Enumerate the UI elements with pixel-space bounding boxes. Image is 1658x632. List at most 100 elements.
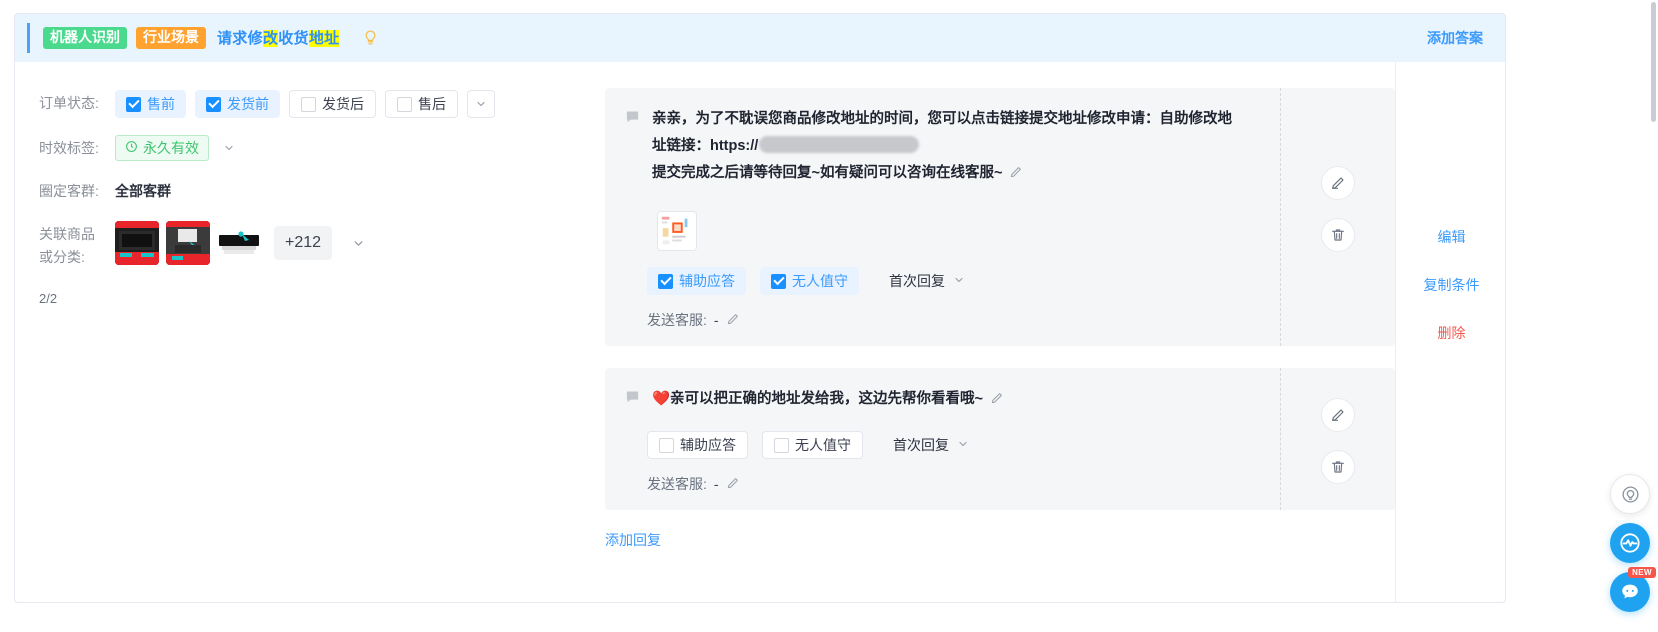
floating-widgets: NEW xyxy=(1610,474,1656,612)
answer-control-option[interactable]: 无人值守 xyxy=(760,267,859,295)
tag-industry-scene: 行业场景 xyxy=(136,26,206,50)
redacted-url-mask xyxy=(759,136,920,153)
title-highlight-span: 地址 xyxy=(308,30,340,48)
page-title: 请求修改收货地址 xyxy=(217,27,340,48)
order-status-option[interactable]: 售后 xyxy=(385,90,458,118)
chat-button[interactable]: NEW xyxy=(1610,567,1656,612)
reply-timing-label: 首次回复 xyxy=(889,273,945,289)
answer-control-label: 辅助应答 xyxy=(680,437,736,453)
product-thumbnail[interactable] xyxy=(115,221,159,265)
order-status-option[interactable]: 发货后 xyxy=(289,90,376,118)
answer-controls: 辅助应答 无人值守 首次回复 xyxy=(647,431,1373,459)
answer-control-label: 辅助应答 xyxy=(679,273,735,289)
answer-card: 亲亲，为了不耽误您商品修改地址的时间，您可以点击链接提交地址修改申请：自助修改地… xyxy=(605,88,1395,346)
row-action-item[interactable]: 编辑 xyxy=(1438,227,1466,247)
checkbox-icon xyxy=(301,96,316,112)
message-bubble-icon xyxy=(625,109,640,189)
order-status-chevron-down-icon[interactable] xyxy=(467,90,495,118)
filter-audience: 圈定客群: 全部客群 xyxy=(39,178,605,204)
answer-controls: 辅助应答 无人值守 首次回复 xyxy=(647,267,1373,295)
filter-products: 关联商品 或分类: +212 xyxy=(39,221,605,269)
message-bubble-icon xyxy=(625,389,640,415)
image-attachment-icon[interactable] xyxy=(657,211,697,251)
checkbox-icon xyxy=(774,437,789,453)
send-agent-pencil-icon[interactable] xyxy=(726,476,740,493)
title-span: 请求修 xyxy=(217,30,263,48)
reply-timing-label: 首次回复 xyxy=(893,437,949,453)
answer-control-option[interactable]: 辅助应答 xyxy=(647,431,748,459)
row-action-item[interactable]: 复制条件 xyxy=(1424,275,1480,295)
app-root: 机器人识别 行业场景 请求修改收货地址 添加答案 订单状态: 售前 发货前 发货后 售… xyxy=(0,0,1658,632)
add-answer-button[interactable]: 添加答案 xyxy=(1427,28,1483,48)
answer-control-option[interactable]: 辅助应答 xyxy=(647,267,746,295)
rule-body: 订单状态: 售前 发货前 发货后 售后 时效标签: 永久有效 圈定客群: 全部客… xyxy=(15,62,1505,602)
title-span: 收货 xyxy=(278,30,309,48)
validity-tag-label: 永久有效 xyxy=(143,140,199,156)
product-thumbnail[interactable] xyxy=(217,221,261,265)
send-agent-row: 发送客服: - xyxy=(647,310,1373,330)
clock-icon xyxy=(125,140,138,156)
answer-edit-button[interactable] xyxy=(1321,398,1355,432)
order-status-option-label: 发货后 xyxy=(322,96,364,112)
answer-text-line: 提交完成之后请等待回复~如有疑问可以咨询在线客服~ xyxy=(652,160,1232,189)
answer-control-label: 无人值守 xyxy=(792,273,848,289)
filters-panel: 订单状态: 售前 发货前 发货后 售后 时效标签: 永久有效 圈定客群: 全部客… xyxy=(15,62,605,602)
order-status-option[interactable]: 售前 xyxy=(115,90,186,118)
product-thumbnail[interactable] xyxy=(166,221,210,265)
assistant-button[interactable] xyxy=(1610,523,1650,563)
answer-text: 亲亲，为了不耽误您商品修改地址的时间，您可以点击链接提交地址修改申请：自助修改地… xyxy=(652,106,1232,189)
header-accent-bar xyxy=(27,23,30,53)
tag-robot-recognition: 机器人识别 xyxy=(43,26,127,50)
lightbulb-icon[interactable] xyxy=(362,29,379,46)
filter-label-validity: 时效标签: xyxy=(39,140,99,156)
filter-validity: 时效标签: 永久有效 xyxy=(39,135,605,161)
row-action-delete[interactable]: 删除 xyxy=(1438,323,1466,343)
checkbox-icon xyxy=(206,96,221,112)
filter-label-audience: 圈定客群: xyxy=(39,183,99,199)
edit-text-pencil-icon[interactable] xyxy=(1009,162,1023,189)
send-agent-row: 发送客服: - xyxy=(647,474,1373,494)
answer-counter: 2/2 xyxy=(39,291,58,306)
help-bulb-button[interactable] xyxy=(1610,474,1650,514)
answer-card-actions xyxy=(1280,368,1395,510)
add-reply-button[interactable]: 添加回复 xyxy=(605,530,661,550)
answer-edit-button[interactable] xyxy=(1321,166,1355,200)
validity-chevron-down-icon[interactable] xyxy=(218,137,240,159)
checkbox-icon xyxy=(397,96,412,112)
reply-timing-chevron-down-icon xyxy=(953,273,965,289)
rule-card: 机器人识别 行业场景 请求修改收货地址 添加答案 订单状态: 售前 发货前 发货后 售… xyxy=(14,13,1506,603)
reply-timing-select[interactable]: 首次回复 xyxy=(889,271,965,291)
answer-card-actions xyxy=(1280,88,1395,346)
send-agent-pencil-icon[interactable] xyxy=(726,312,740,329)
reply-timing-chevron-down-icon xyxy=(957,437,969,453)
products-chevron-down-icon[interactable] xyxy=(347,232,369,254)
filter-label-order-status: 订单状态: xyxy=(39,95,99,111)
filter-label-products-line2: 或分类: xyxy=(39,249,85,265)
order-status-option-label: 售后 xyxy=(418,96,446,112)
send-agent-label: 发送客服: xyxy=(647,312,707,328)
title-highlight-span: 改 xyxy=(262,30,279,48)
filter-order-status: 订单状态: 售前 发货前 发货后 售后 xyxy=(39,90,605,118)
order-status-option-label: 售前 xyxy=(147,96,175,112)
answer-delete-button[interactable] xyxy=(1321,218,1355,252)
page-scrollbar[interactable] xyxy=(1651,2,1656,122)
answer-control-option[interactable]: 无人值守 xyxy=(762,431,863,459)
validity-tag[interactable]: 永久有效 xyxy=(115,135,209,161)
reply-timing-select[interactable]: 首次回复 xyxy=(893,435,969,455)
send-agent-value: - xyxy=(713,312,719,328)
answer-text-line: ❤️亲可以把正确的地址发给我，这边先帮你看看哦~ xyxy=(652,386,1004,415)
send-agent-label: 发送客服: xyxy=(647,476,707,492)
rule-header: 机器人识别 行业场景 请求修改收货地址 添加答案 xyxy=(15,14,1505,62)
checkbox-icon xyxy=(771,273,786,289)
answer-delete-button[interactable] xyxy=(1321,450,1355,484)
product-more-badge[interactable]: +212 xyxy=(274,226,333,260)
new-badge: NEW xyxy=(1628,567,1656,578)
answers-panel: 亲亲，为了不耽误您商品修改地址的时间，您可以点击链接提交地址修改申请：自助修改地… xyxy=(605,62,1395,602)
order-status-option[interactable]: 发货前 xyxy=(195,90,280,118)
answer-text: ❤️亲可以把正确的地址发给我，这边先帮你看看哦~ xyxy=(652,386,1004,415)
send-agent-value: - xyxy=(713,476,719,492)
checkbox-icon xyxy=(658,273,673,289)
audience-value: 全部客群 xyxy=(115,183,171,199)
order-status-option-label: 发货前 xyxy=(227,96,269,112)
edit-text-pencil-icon[interactable] xyxy=(990,388,1004,415)
